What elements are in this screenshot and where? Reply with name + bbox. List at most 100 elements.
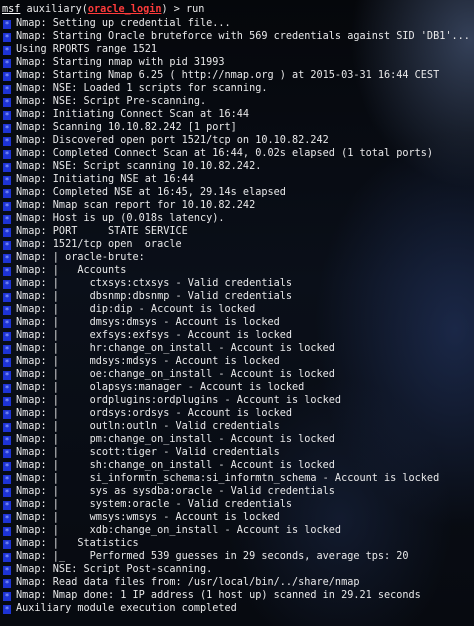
output-line-text: Nmap: | oe:change_on_install - Account i… [16,369,335,380]
output-line: * Nmap: Discovered open port 1521/tcp on … [2,134,474,147]
status-marker-icon: * [3,397,11,406]
terminal-window[interactable]: msf auxiliary(oracle_login) > run * Nmap:… [0,0,474,626]
output-line-text: Nmap: | Accounts [16,265,127,276]
output-line: * Nmap: NSE: Script Pre-scanning. [2,95,474,108]
output-line: * Nmap: | dbsnmp:dbsnmp - Valid credentia… [2,290,474,303]
output-line: * Nmap: Host is up (0.018s latency). [2,212,474,225]
output-lines: * Nmap: Setting up credential file... * Nma… [2,17,474,615]
status-marker-icon: * [3,241,11,250]
output-line-text: Auxiliary module execution completed [16,603,237,614]
status-marker-icon: * [3,202,11,211]
output-line-text: Nmap: | si_informtn_schema:si_informtn_s… [16,473,440,484]
status-marker-icon: * [3,436,11,445]
output-line-text: Nmap: Nmap done: 1 IP address (1 host up… [16,590,421,601]
module-prefix: auxiliary( [20,4,88,15]
output-line-text: Nmap: Host is up (0.018s latency). [16,213,225,224]
status-marker-icon: * [3,254,11,263]
output-line: * Nmap: Nmap scan report for 10.10.82.242 [2,199,474,212]
status-marker-icon: * [3,20,11,29]
output-line: * Nmap: Starting Nmap 6.25 ( http://nmap.… [2,69,474,82]
output-line: * Nmap: Read data files from: /usr/local/… [2,576,474,589]
status-marker-icon: * [3,293,11,302]
output-line-text: Nmap: |_ Performed 539 guesses in 29 sec… [16,551,409,562]
output-line-text: Nmap: Completed Connect Scan at 16:44, 0… [16,148,434,159]
status-marker-icon: * [3,98,11,107]
status-marker-icon: * [3,540,11,549]
output-line: * Nmap: | oe:change_on_install - Account … [2,368,474,381]
output-line: * Nmap: NSE: Script scanning 10.10.82.242… [2,160,474,173]
output-line-text: Nmap: NSE: Script Pre-scanning. [16,96,207,107]
output-line: * Nmap: | dmsys:dmsys - Account is locked [2,316,474,329]
status-marker-icon: * [3,111,11,120]
output-line: * Nmap: Completed Connect Scan at 16:44, … [2,147,474,160]
status-marker-icon: * [3,124,11,133]
output-line: * Using RPORTS range 1521 [2,43,474,56]
command-text: run [186,4,205,15]
status-marker-icon: * [3,345,11,354]
status-marker-icon: * [3,371,11,380]
status-marker-icon: * [3,488,11,497]
output-line-text: Nmap: | wmsys:wmsys - Account is locked [16,512,280,523]
status-marker-icon: * [3,189,11,198]
output-line: * Nmap: | scott:tiger - Valid credentials [2,446,474,459]
output-line: * Nmap: | olapsys:manager - Account is lo… [2,381,474,394]
output-line-text: Nmap: | hr:change_on_install - Account i… [16,343,335,354]
output-line-text: Nmap: | xdb:change_on_install - Account … [16,525,342,536]
output-line: * Nmap: |_ Performed 539 guesses in 29 se… [2,550,474,563]
status-marker-icon: * [3,410,11,419]
output-line: * Nmap: | sh:change_on_install - Account … [2,459,474,472]
status-marker-icon: * [3,280,11,289]
output-line-text: Nmap: | ordsys:ordsys - Account is locke… [16,408,293,419]
output-line: * Nmap: | ordplugins:ordplugins - Account… [2,394,474,407]
output-line: * Nmap: NSE: Script Post-scanning. [2,563,474,576]
status-marker-icon: * [3,358,11,367]
status-marker-icon: * [3,592,11,601]
output-line-text: Nmap: | outln:outln - Valid credentials [16,421,280,432]
output-line: * Auxiliary module execution completed [2,602,474,615]
output-line-text: Nmap: | exfsys:exfsys - Account is locke… [16,330,293,341]
output-line: * Nmap: Setting up credential file... [2,17,474,30]
output-line: * Nmap: | si_informtn_schema:si_informtn_… [2,472,474,485]
output-line-text: Nmap: PORT STATE SERVICE [16,226,188,237]
status-marker-icon: * [3,163,11,172]
output-line-text: Nmap: Setting up credential file... [16,18,231,29]
status-marker-icon: * [3,137,11,146]
output-line-text: Nmap: | Statistics [16,538,139,549]
status-marker-icon: * [3,462,11,471]
output-line: * Nmap: | Statistics [2,537,474,550]
status-marker-icon: * [3,33,11,42]
output-line-text: Nmap: | dbsnmp:dbsnmp - Valid credential… [16,291,293,302]
output-line-text: Nmap: | scott:tiger - Valid credentials [16,447,280,458]
status-marker-icon: * [3,449,11,458]
output-line-text: Nmap: | sys as sysdba:oracle - Valid cre… [16,486,335,497]
status-marker-icon: * [3,215,11,224]
output-line: * Nmap: Initiating Connect Scan at 16:44 [2,108,474,121]
status-marker-icon: * [3,579,11,588]
output-line-text: Nmap: 1521/tcp open oracle [16,239,182,250]
output-line-text: Nmap: | pm:change_on_install - Account i… [16,434,335,445]
output-line-text: Nmap: Starting Oracle bruteforce with 56… [16,31,470,42]
output-line-text: Nmap: Initiating Connect Scan at 16:44 [16,109,250,120]
status-marker-icon: * [3,72,11,81]
output-line-text: Nmap: | dip:dip - Account is locked [16,304,256,315]
status-marker-icon: * [3,332,11,341]
output-line: * Nmap: PORT STATE SERVICE [2,225,474,238]
output-line-text: Nmap: NSE: Loaded 1 scripts for scanning… [16,83,268,94]
output-line: * Nmap: | ordsys:ordsys - Account is lock… [2,407,474,420]
output-line-text: Nmap: Nmap scan report for 10.10.82.242 [16,200,256,211]
output-line-text: Nmap: Scanning 10.10.82.242 [1 port] [16,122,237,133]
output-line-text: Nmap: | sh:change_on_install - Account i… [16,460,335,471]
output-line-text: Nmap: NSE: Script Post-scanning. [16,564,213,575]
output-line: * Nmap: | dip:dip - Account is locked [2,303,474,316]
output-line-text: Nmap: Starting nmap with pid 31993 [16,57,225,68]
output-line: * Nmap: | wmsys:wmsys - Account is locked [2,511,474,524]
output-line-text: Nmap: | oracle-brute: [16,252,145,263]
status-marker-icon: * [3,267,11,276]
output-line: * Nmap: Scanning 10.10.82.242 [1 port] [2,121,474,134]
output-line: * Nmap: | Accounts [2,264,474,277]
status-marker-icon: * [3,176,11,185]
output-line: * Nmap: | exfsys:exfsys - Account is lock… [2,329,474,342]
status-marker-icon: * [3,46,11,55]
status-marker-icon: * [3,501,11,510]
output-line-text: Nmap: Starting Nmap 6.25 ( http://nmap.o… [16,70,440,81]
